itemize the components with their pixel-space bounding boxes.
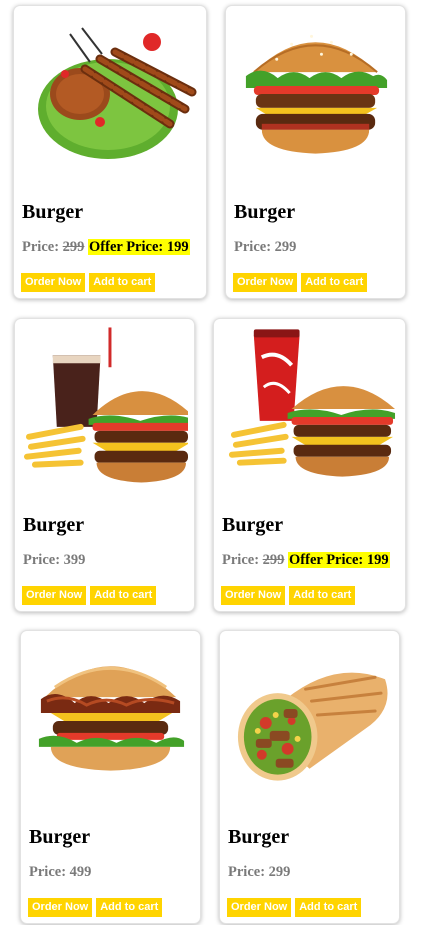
product-image-cheeseburger <box>232 14 399 172</box>
price-label: Price: <box>23 552 61 568</box>
order-now-button[interactable]: Order Now <box>22 586 87 605</box>
product-title: Burger <box>29 826 91 848</box>
offer-price-badge: Offer Price: 199 <box>288 552 390 568</box>
product-image-burger-fries-drink <box>21 327 188 485</box>
add-to-cart-button[interactable]: Add to cart <box>89 273 156 292</box>
order-now-button[interactable]: Order Now <box>227 898 292 917</box>
offer-price: 199 <box>366 552 389 568</box>
order-now-button[interactable]: Order Now <box>28 898 93 917</box>
add-to-cart-button[interactable]: Add to cart <box>96 898 163 917</box>
add-to-cart-button[interactable]: Add to cart <box>295 898 362 917</box>
add-to-cart-button[interactable]: Add to cart <box>90 586 157 605</box>
price: 399 <box>63 552 86 568</box>
order-now-button[interactable]: Order Now <box>21 273 86 292</box>
offer-label: Offer Price: <box>289 552 364 568</box>
order-now-button[interactable]: Order Now <box>233 273 298 292</box>
price-label: Price: <box>29 864 67 880</box>
price: 299 <box>274 239 297 255</box>
price-line: Price: 399 <box>23 551 85 569</box>
price-line: Price: 299 <box>228 863 290 881</box>
add-to-cart-button[interactable]: Add to cart <box>289 586 356 605</box>
offer-price: 199 <box>166 239 189 255</box>
product-card: Burger Price: 299 Offer Price: 199 Order… <box>13 5 207 299</box>
price: 499 <box>69 864 92 880</box>
product-title: Burger <box>22 201 84 223</box>
original-price: 299 <box>262 552 285 568</box>
price-line: Price: 299 <box>234 238 296 256</box>
product-title: Burger <box>234 201 296 223</box>
price-line: Price: 299 Offer Price: 199 <box>222 551 390 569</box>
product-card: Burger Price: 299 Offer Price: 199 Order… <box>213 318 406 612</box>
price-label: Price: <box>22 239 60 255</box>
price-label: Price: <box>228 864 266 880</box>
product-image-bacon-cheeseburger <box>27 639 194 797</box>
product-card: Burger Price: 299 Order Now Add to cart <box>219 630 400 924</box>
product-card: Burger Price: 499 Order Now Add to cart <box>20 630 201 924</box>
product-title: Burger <box>222 514 284 536</box>
price-label: Price: <box>234 239 272 255</box>
product-title: Burger <box>23 514 85 536</box>
product-title: Burger <box>228 826 290 848</box>
product-card: Burger Price: 299 Order Now Add to cart <box>225 5 406 299</box>
price-label: Price: <box>222 552 260 568</box>
price: 299 <box>268 864 291 880</box>
order-now-button[interactable]: Order Now <box>221 586 286 605</box>
original-price: 299 <box>62 239 85 255</box>
price-line: Price: 499 <box>29 863 91 881</box>
offer-price-badge: Offer Price: 199 <box>88 239 190 255</box>
add-to-cart-button[interactable]: Add to cart <box>301 273 368 292</box>
product-card: Burger Price: 399 Order Now Add to cart <box>14 318 195 612</box>
product-image-kebab-platter <box>20 14 200 172</box>
product-image-wrap-roll <box>226 639 393 797</box>
offer-label: Offer Price: <box>89 239 164 255</box>
product-image-burger-fries-cola-cup <box>220 327 399 485</box>
price-line: Price: 299 Offer Price: 199 <box>22 238 190 256</box>
